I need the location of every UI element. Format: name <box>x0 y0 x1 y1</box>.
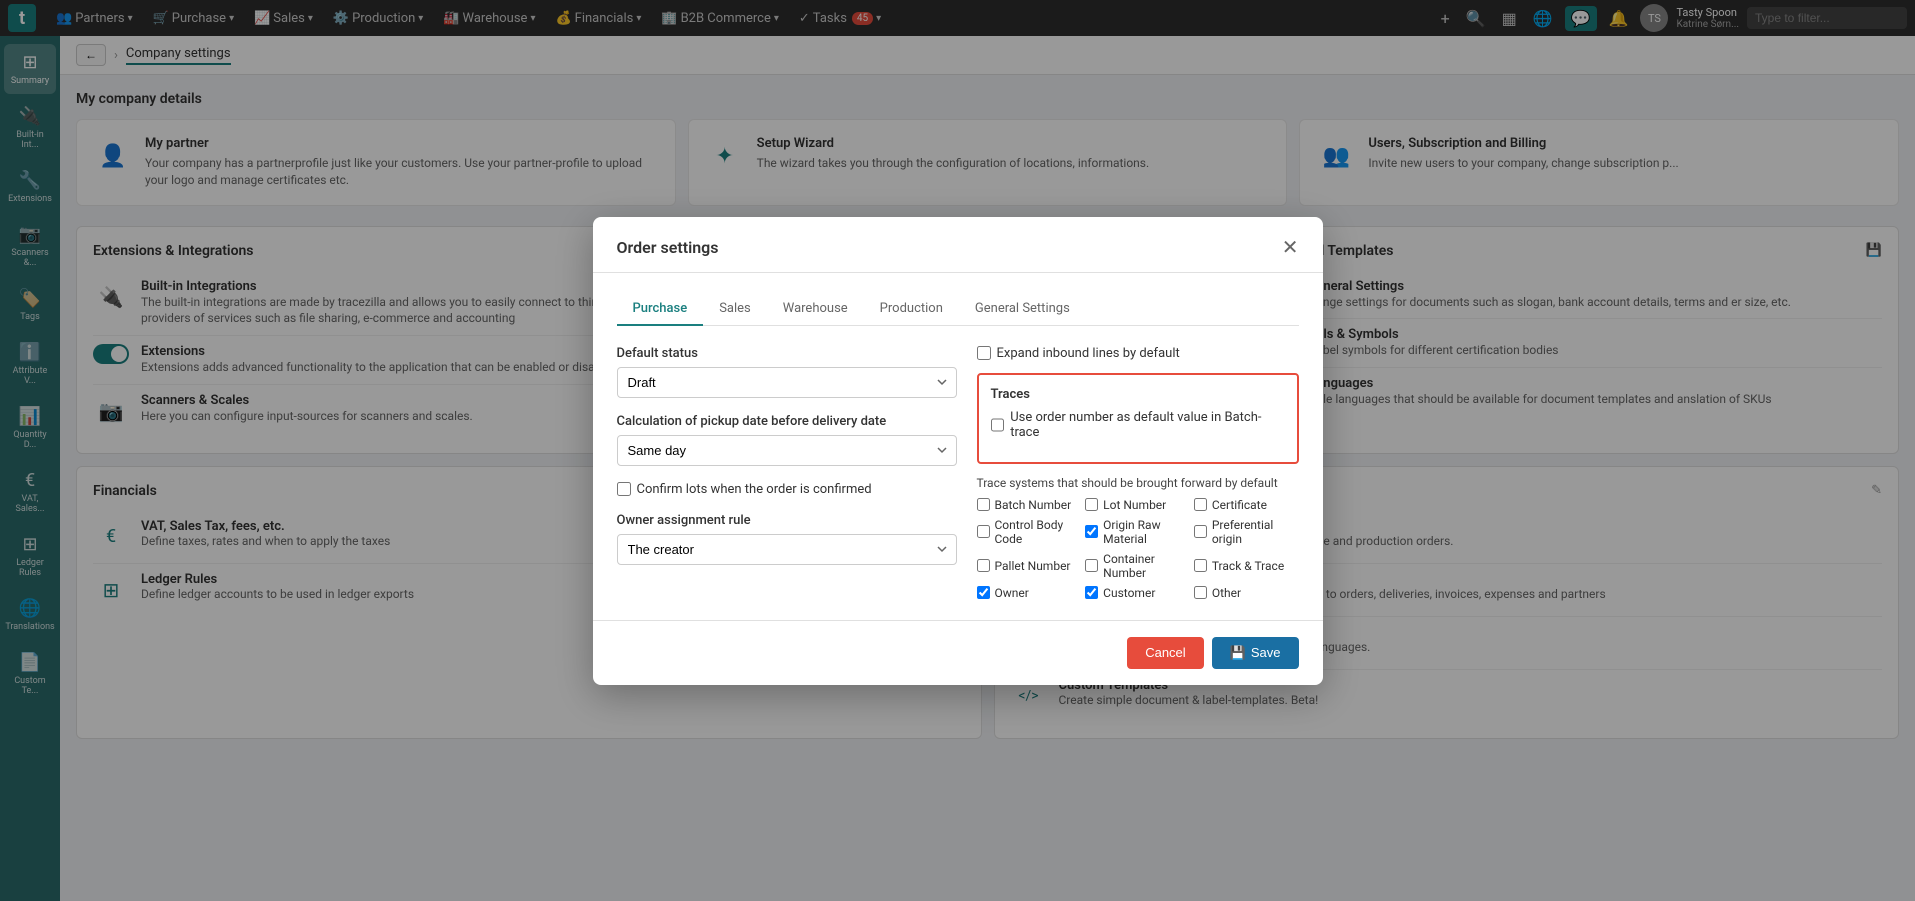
trace-track: Track & Trace <box>1194 552 1299 580</box>
tab-general-settings[interactable]: General Settings <box>959 293 1086 326</box>
modal-right: Expand inbound lines by default Traces U… <box>977 346 1299 600</box>
trace-container-label: Container Number <box>1103 552 1190 580</box>
trace-other-label: Other <box>1212 586 1241 600</box>
trace-pallet-label: Pallet Number <box>995 559 1071 573</box>
traces-section: Traces Use order number as default value… <box>977 373 1299 464</box>
save-icon: 💾 <box>1230 645 1246 661</box>
confirm-lots-checkbox[interactable] <box>617 482 631 496</box>
owner-rule-label: Owner assignment rule <box>617 513 957 528</box>
traces-title: Traces <box>991 387 1285 402</box>
trace-origin-raw: Origin Raw Material <box>1085 518 1190 546</box>
modal-header: Order settings ✕ <box>593 217 1323 273</box>
trace-container-checkbox[interactable] <box>1085 559 1098 572</box>
expand-inbound-label: Expand inbound lines by default <box>997 346 1180 361</box>
trace-container: Container Number <box>1085 552 1190 580</box>
trace-owner-checkbox[interactable] <box>977 586 990 599</box>
trace-customer-label: Customer <box>1103 586 1155 600</box>
modal-tabs: Purchase Sales Warehouse Production Gene… <box>617 293 1299 326</box>
modal-left: Default status Draft Calculation of pick… <box>617 346 957 600</box>
order-settings-modal: Order settings ✕ Purchase Sales Warehous… <box>593 217 1323 685</box>
tab-sales[interactable]: Sales <box>703 293 767 326</box>
trace-control-checkbox[interactable] <box>977 525 990 538</box>
default-status-label: Default status <box>617 346 957 361</box>
tab-production[interactable]: Production <box>864 293 959 326</box>
confirm-lots-group: Confirm lots when the order is confirmed <box>617 482 957 497</box>
tab-warehouse[interactable]: Warehouse <box>767 293 864 326</box>
trace-owner-label: Owner <box>995 586 1029 600</box>
save-button[interactable]: 💾 Save <box>1212 637 1299 669</box>
trace-cert-checkbox[interactable] <box>1194 498 1207 511</box>
trace-pallet-checkbox[interactable] <box>977 559 990 572</box>
trace-lot: Lot Number <box>1085 498 1190 512</box>
use-order-number-group: Use order number as default value in Bat… <box>991 410 1285 440</box>
trace-pref-origin-checkbox[interactable] <box>1194 525 1207 538</box>
trace-customer: Customer <box>1085 586 1190 600</box>
trace-cert-label: Certificate <box>1212 498 1267 512</box>
default-status-select[interactable]: Draft <box>617 367 957 398</box>
confirm-lots-label: Confirm lots when the order is confirmed <box>637 482 872 497</box>
trace-origin-raw-checkbox[interactable] <box>1085 525 1098 538</box>
expand-inbound-group: Expand inbound lines by default <box>977 346 1299 361</box>
trace-pref-origin-label: Preferential origin <box>1212 518 1299 546</box>
trace-lot-checkbox[interactable] <box>1085 498 1098 511</box>
trace-origin-raw-label: Origin Raw Material <box>1103 518 1190 546</box>
trace-customer-checkbox[interactable] <box>1085 586 1098 599</box>
trace-control: Control Body Code <box>977 518 1082 546</box>
trace-track-checkbox[interactable] <box>1194 559 1207 572</box>
trace-cert: Certificate <box>1194 498 1299 512</box>
trace-pref-origin: Preferential origin <box>1194 518 1299 546</box>
use-order-number-checkbox[interactable] <box>991 418 1005 432</box>
pickup-date-label: Calculation of pickup date before delive… <box>617 414 957 429</box>
cancel-button[interactable]: Cancel <box>1127 637 1203 669</box>
modal-title: Order settings <box>617 238 719 257</box>
trace-pallet: Pallet Number <box>977 552 1082 580</box>
modal-footer: Cancel 💾 Save <box>593 620 1323 685</box>
modal-two-col: Default status Draft Calculation of pick… <box>617 346 1299 600</box>
trace-owner: Owner <box>977 586 1082 600</box>
owner-rule-group: Owner assignment rule The creator <box>617 513 957 565</box>
modal-body: Purchase Sales Warehouse Production Gene… <box>593 273 1323 620</box>
trace-control-label: Control Body Code <box>995 518 1082 546</box>
trace-systems-title: Trace systems that should be brought for… <box>977 476 1299 490</box>
trace-other: Other <box>1194 586 1299 600</box>
trace-track-label: Track & Trace <box>1212 559 1284 573</box>
pickup-date-select[interactable]: Same day <box>617 435 957 466</box>
trace-items-grid: Batch Number Lot Number Certificate <box>977 498 1299 600</box>
default-status-group: Default status Draft <box>617 346 957 398</box>
trace-batch-label: Batch Number <box>995 498 1072 512</box>
modal-close-button[interactable]: ✕ <box>1282 235 1299 260</box>
trace-systems: Trace systems that should be brought for… <box>977 476 1299 600</box>
trace-batch-checkbox[interactable] <box>977 498 990 511</box>
pickup-date-group: Calculation of pickup date before delive… <box>617 414 957 466</box>
expand-inbound-checkbox[interactable] <box>977 346 991 360</box>
trace-batch: Batch Number <box>977 498 1082 512</box>
modal-overlay[interactable]: Order settings ✕ Purchase Sales Warehous… <box>0 0 1915 901</box>
trace-other-checkbox[interactable] <box>1194 586 1207 599</box>
trace-lot-label: Lot Number <box>1103 498 1166 512</box>
use-order-number-label: Use order number as default value in Bat… <box>1010 410 1284 440</box>
owner-rule-select[interactable]: The creator <box>617 534 957 565</box>
tab-purchase[interactable]: Purchase <box>617 293 704 326</box>
